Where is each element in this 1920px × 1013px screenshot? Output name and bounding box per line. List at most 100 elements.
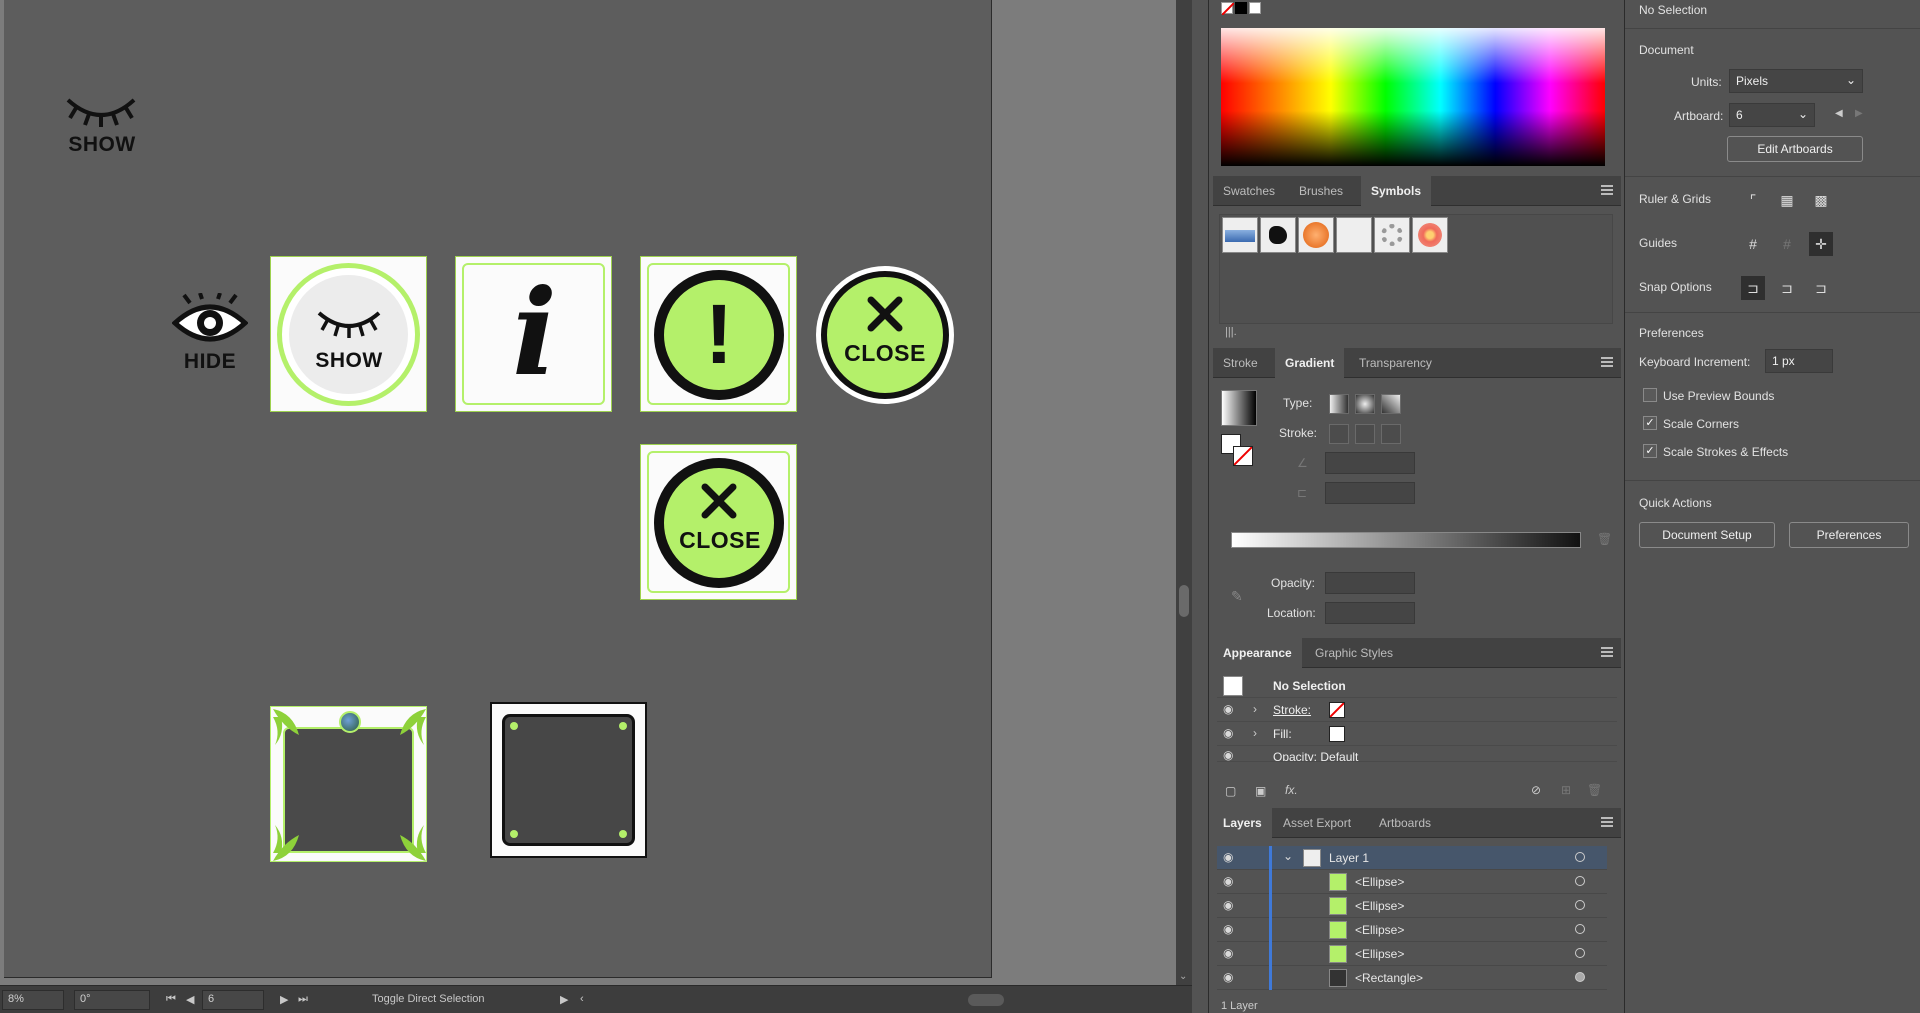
scroll-left-icon[interactable]: ‹ — [580, 993, 584, 1005]
canvas-area[interactable]: SHOW HIDE SHOW i ! CLOSE CLOSE ⌄ — [0, 0, 1192, 985]
radial-gradient-icon[interactable] — [1355, 394, 1375, 414]
panel-menu-icon[interactable] — [1601, 647, 1613, 657]
scale-strokes-label[interactable]: Scale Strokes & Effects — [1663, 445, 1788, 459]
next-artboard-icon[interactable]: ▶ — [1855, 108, 1863, 119]
appearance-opacity-label[interactable]: Opacity: Default — [1273, 750, 1358, 761]
eye-icon[interactable]: ◉ — [1223, 922, 1233, 936]
appearance-stroke-label[interactable]: Stroke: — [1273, 703, 1311, 717]
add-stroke-icon[interactable]: ▢ — [1225, 784, 1236, 798]
black-swatch[interactable] — [1235, 2, 1247, 14]
symbol-page[interactable] — [1336, 217, 1372, 253]
eyedropper-icon[interactable]: ✎ — [1231, 588, 1243, 605]
scale-corners-checkbox[interactable]: ✓ — [1643, 416, 1657, 430]
target-icon[interactable] — [1575, 948, 1585, 958]
scrollbar-thumb[interactable] — [1179, 585, 1189, 617]
appearance-opacity-row[interactable]: ◉ Opacity: Default — [1217, 746, 1617, 762]
target-icon[interactable] — [1575, 972, 1585, 982]
info-card[interactable]: i — [455, 256, 612, 412]
snap-to-glyph-icon[interactable]: ⊐ — [1809, 276, 1833, 300]
gradient-preview[interactable] — [1221, 390, 1257, 426]
edit-artboards-button[interactable]: Edit Artboards — [1727, 136, 1863, 162]
units-select[interactable]: Pixels ⌄ — [1729, 69, 1863, 93]
panel-menu-icon[interactable] — [1601, 817, 1613, 827]
symbol-flower[interactable] — [1412, 217, 1448, 253]
zoom-field[interactable]: 8% — [2, 990, 64, 1010]
preferences-button[interactable]: Preferences — [1789, 522, 1909, 548]
target-icon[interactable] — [1575, 876, 1585, 886]
layer-item-row[interactable]: ◉ <Rectangle> — [1217, 966, 1607, 990]
chevron-right-icon[interactable]: › — [1253, 726, 1257, 740]
transparency-grid-icon[interactable]: ▩ — [1809, 188, 1833, 212]
symbol-blue-bar[interactable] — [1222, 217, 1258, 253]
symbol-ring[interactable] — [1374, 217, 1410, 253]
target-icon[interactable] — [1575, 852, 1585, 862]
keyboard-increment-field[interactable]: 1 px — [1765, 349, 1833, 373]
show-card[interactable]: SHOW — [270, 256, 427, 412]
layer-item-name[interactable]: <Ellipse> — [1355, 899, 1404, 913]
dotted-frame[interactable] — [490, 702, 647, 858]
tab-asset-export[interactable]: Asset Export — [1273, 808, 1361, 838]
target-icon[interactable] — [1575, 924, 1585, 934]
stroke-none-swatch[interactable] — [1329, 702, 1345, 718]
tab-symbols[interactable]: Symbols — [1361, 176, 1432, 206]
layer-item-row[interactable]: ◉ <Ellipse> — [1217, 870, 1607, 894]
smart-guides-icon[interactable]: ✛ — [1809, 232, 1833, 256]
artboard[interactable]: SHOW HIDE SHOW i ! CLOSE CLOSE — [4, 0, 992, 978]
symbol-libraries-icon[interactable]: |||. — [1225, 326, 1237, 338]
leafy-frame[interactable] — [270, 706, 427, 862]
chevron-down-icon[interactable]: ⌄ — [1179, 971, 1187, 982]
appearance-fill-label[interactable]: Fill: — [1273, 727, 1292, 741]
layer-item-row[interactable]: ◉ <Ellipse> — [1217, 894, 1607, 918]
layer-name[interactable]: Layer 1 — [1329, 851, 1369, 865]
status-menu-icon[interactable]: ▶ — [560, 993, 568, 1006]
linear-gradient-icon[interactable] — [1329, 394, 1349, 414]
tab-transparency[interactable]: Transparency — [1349, 348, 1442, 378]
snap-to-pixel-icon[interactable]: ⊐ — [1775, 276, 1799, 300]
eye-icon[interactable]: ◉ — [1223, 726, 1233, 740]
layer-row[interactable]: ◉ ⌄ Layer 1 — [1217, 846, 1607, 870]
eye-icon[interactable]: ◉ — [1223, 748, 1233, 761]
close-button-round[interactable]: CLOSE — [816, 266, 954, 404]
next-artboard-icon[interactable]: ▶ — [280, 993, 288, 1006]
document-setup-button[interactable]: Document Setup — [1639, 522, 1775, 548]
eye-icon[interactable]: ◉ — [1223, 946, 1233, 960]
color-spectrum[interactable] — [1221, 28, 1605, 166]
eye-icon[interactable]: ◉ — [1223, 970, 1233, 984]
alert-card[interactable]: ! — [640, 256, 797, 412]
fill-stroke-widget[interactable] — [1221, 434, 1255, 468]
tab-swatches[interactable]: Swatches — [1213, 176, 1285, 206]
eye-icon[interactable]: ◉ — [1223, 898, 1233, 912]
layer-item-name[interactable]: <Ellipse> — [1355, 923, 1404, 937]
clear-appearance-icon[interactable]: ⊘ — [1531, 783, 1541, 797]
artboard-number-field[interactable]: 6 — [202, 990, 264, 1010]
symbol-splat[interactable] — [1260, 217, 1296, 253]
fill-white-swatch[interactable] — [1329, 726, 1345, 742]
tab-gradient[interactable]: Gradient — [1275, 348, 1345, 378]
freeform-gradient-icon[interactable] — [1381, 394, 1401, 414]
layer-item-name[interactable]: <Ellipse> — [1355, 947, 1404, 961]
gradient-slider[interactable] — [1231, 532, 1581, 548]
tab-artboards[interactable]: Artboards — [1369, 808, 1441, 838]
appearance-stroke-row[interactable]: ◉ › Stroke: — [1217, 698, 1617, 722]
fx-icon[interactable]: fx. — [1285, 783, 1298, 797]
layer-item-name[interactable]: <Rectangle> — [1355, 971, 1423, 985]
closed-eye-icon[interactable] — [64, 92, 138, 128]
snap-to-point-icon[interactable]: ⊐ — [1741, 276, 1765, 300]
layer-item-name[interactable]: <Ellipse> — [1355, 875, 1404, 889]
tab-layers[interactable]: Layers — [1213, 808, 1272, 838]
panel-menu-icon[interactable] — [1601, 357, 1613, 367]
prev-artboard-icon[interactable]: ◀ — [186, 993, 194, 1006]
guides-icon[interactable]: # — [1741, 232, 1765, 256]
rotation-field[interactable]: 0° — [74, 990, 150, 1010]
add-fill-icon[interactable]: ▣ — [1255, 784, 1266, 798]
prev-artboard-icon[interactable]: ◀ — [1835, 108, 1843, 119]
last-artboard-icon[interactable]: ⏭ — [298, 993, 308, 1006]
tab-graphic-styles[interactable]: Graphic Styles — [1305, 638, 1403, 668]
symbol-orange-button[interactable] — [1298, 217, 1334, 253]
canvas-vertical-scrollbar[interactable]: ⌄ — [1176, 0, 1192, 985]
use-preview-bounds-label[interactable]: Use Preview Bounds — [1663, 389, 1774, 403]
ruler-icon[interactable]: ⌜ — [1741, 188, 1765, 212]
tab-appearance[interactable]: Appearance — [1213, 638, 1302, 668]
layer-item-row[interactable]: ◉ <Ellipse> — [1217, 942, 1607, 966]
target-icon[interactable] — [1575, 900, 1585, 910]
